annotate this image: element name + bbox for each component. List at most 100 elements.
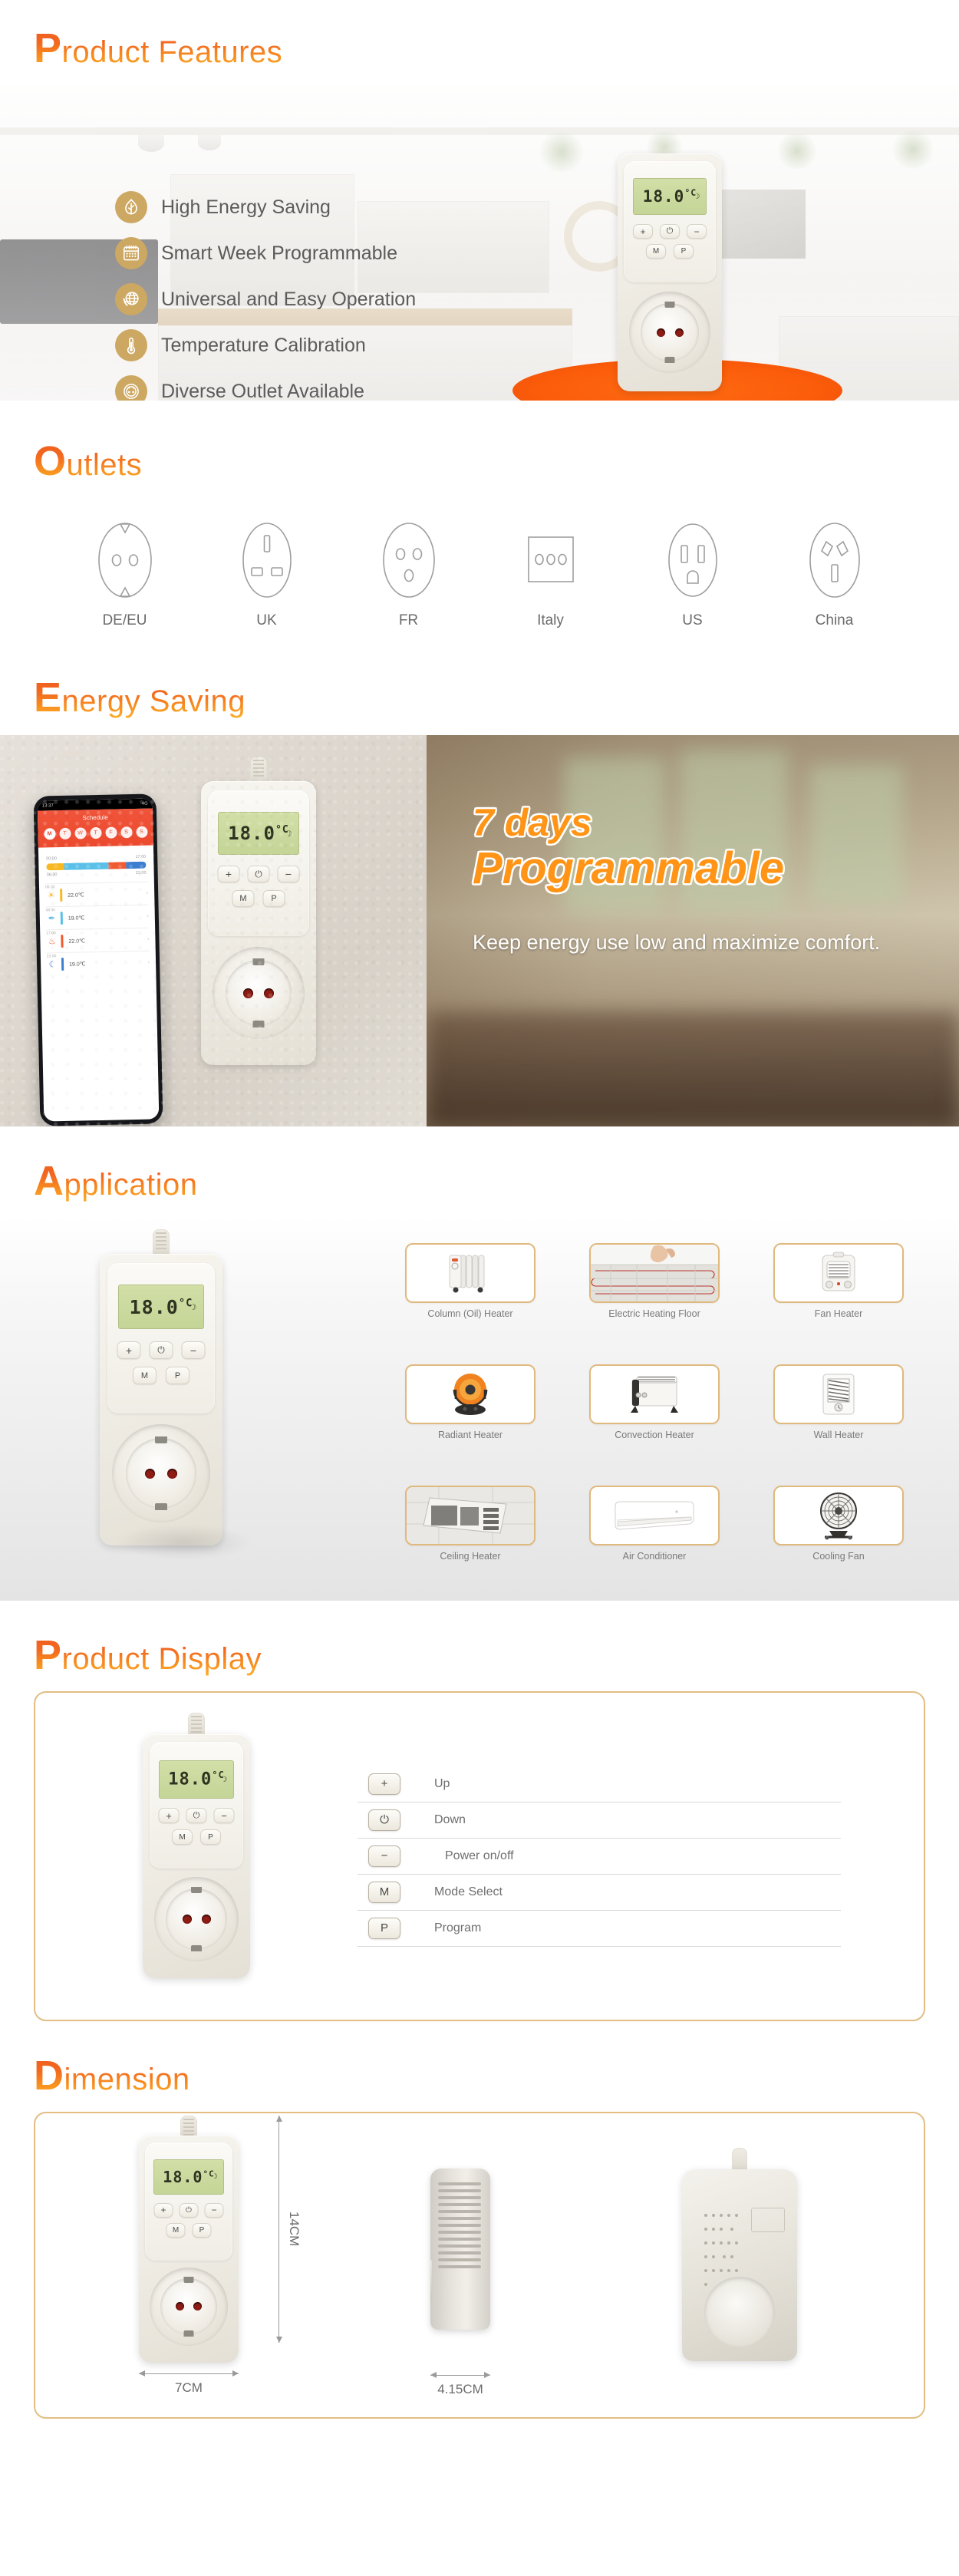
feature-item-label: Diverse Outlet Available <box>161 380 364 401</box>
weekday-chip[interactable]: T <box>89 826 102 839</box>
mode-button[interactable]: M <box>172 1829 193 1845</box>
weekday-chip[interactable]: F <box>104 826 117 839</box>
energy-subtext: Keep energy use low and maximize comfort… <box>473 930 881 954</box>
energy-photo-left: 13:37 4G Schedule M T W T F S S 00:00 17… <box>0 735 427 1126</box>
section-title-product-display: Product Display <box>0 1634 262 1676</box>
feature-item-label: Universal and Easy Operation <box>161 288 417 310</box>
feature-item: Temperature Calibration <box>115 322 416 368</box>
down-button[interactable]: − <box>277 866 300 882</box>
product-detail-page: Product Features High Energy Saving Smar… <box>0 0 959 2436</box>
outlet-item-label: China <box>815 612 854 628</box>
application-banner: 18.0°C ☽ + ⏻ − M P Column (Oil) Heater E… <box>0 1217 959 1601</box>
status-time: 13:37 <box>41 803 54 808</box>
schedule-row[interactable]: 22:00 ☾ 19.0℃ › <box>46 950 150 976</box>
energy-headline-line2: Programmable <box>473 843 785 893</box>
thermometer-icon <box>115 329 147 361</box>
dimension-side-view: 4.15CM <box>430 2134 490 2397</box>
lcd-moon-icon: ☽ <box>220 1775 228 1784</box>
sensor-probe <box>732 2148 747 2171</box>
dimension-height-label: 14CM <box>287 2211 302 2247</box>
weekday-chip[interactable]: S <box>120 826 133 839</box>
schedule-row[interactable]: 06:30 ☀ 22.0℃ › <box>44 881 149 907</box>
up-button[interactable]: + <box>158 1808 180 1823</box>
features-banner: High Energy Saving Smart Week Programmab… <box>0 86 959 401</box>
outlet-item-label: FR <box>398 612 419 628</box>
power-button[interactable]: ⏻ <box>247 866 270 882</box>
program-button[interactable]: P <box>674 244 694 259</box>
legend-mode-button[interactable]: M <box>368 1881 400 1903</box>
timeline-bar <box>46 861 147 871</box>
application-item: Ceiling Heater <box>384 1486 557 1601</box>
section-title-cap: P <box>34 25 62 71</box>
legend-up-button[interactable]: + <box>368 1773 400 1795</box>
schedule-row-temp: 22.0℃ <box>68 938 86 945</box>
application-item: Wall Heater <box>752 1364 925 1479</box>
dimension-back-view <box>682 2148 797 2361</box>
schedule-row[interactable]: 17:00 ♨ 22.0℃ › <box>46 927 150 953</box>
application-item: Column (Oil) Heater <box>384 1243 557 1358</box>
up-button[interactable]: + <box>117 1341 141 1359</box>
power-button[interactable]: ⏻ <box>186 1808 207 1823</box>
feature-item-label: Temperature Calibration <box>161 334 366 356</box>
outlet-item-label: Italy <box>537 612 564 628</box>
section-title-rest: pplication <box>64 1168 198 1202</box>
section-title-cap: O <box>34 438 67 484</box>
chevron-right-icon: › <box>147 913 149 919</box>
lcd-value: 18.0°C <box>228 823 289 844</box>
section-title-energy-saving: Energy Saving <box>0 677 246 718</box>
weekday-chip[interactable]: M <box>43 828 56 840</box>
lcd-value: 18.0°C <box>168 1770 225 1789</box>
energy-headline-line1: 7 days <box>473 801 592 844</box>
section-title-cap: P <box>34 1632 62 1678</box>
mode-button[interactable]: M <box>133 1367 157 1384</box>
smartphone-mockup: 13:37 4G Schedule M T W T F S S 00:00 17… <box>33 793 163 1126</box>
cooling-fan-icon <box>773 1486 904 1545</box>
program-button[interactable]: P <box>200 1829 221 1845</box>
app-header: Schedule M T W T F S S <box>37 808 153 848</box>
dimension-depth-arrow: 4.15CM <box>430 2371 490 2397</box>
power-button[interactable]: ⏻ <box>149 1341 173 1359</box>
program-button[interactable]: P <box>192 2222 212 2238</box>
section-title-application: Application <box>0 1160 198 1202</box>
legend-program-button[interactable]: P <box>368 1917 400 1939</box>
section-title-rest: roduct Features <box>61 35 283 69</box>
section-title-outlets: Outlets <box>0 440 142 482</box>
down-button[interactable]: − <box>213 1808 235 1823</box>
section-title-rest: utlets <box>66 448 143 482</box>
mode-button[interactable]: M <box>646 244 666 259</box>
legend-down-button[interactable]: − <box>368 1845 400 1867</box>
application-item-label: Wall Heater <box>813 1430 864 1440</box>
down-button[interactable]: − <box>181 1341 206 1359</box>
glass-icon: ♨ <box>48 937 57 947</box>
power-button[interactable]: ⏻ <box>179 2202 199 2218</box>
chevron-right-icon: › <box>146 890 149 896</box>
button-legend-row: + Up <box>358 1766 841 1803</box>
feature-item-label: High Energy Saving <box>161 196 331 218</box>
section-product-display: Product Display 18.0°C ☽ + ⏻ − M P + Up … <box>0 1601 959 2021</box>
mode-button[interactable]: M <box>232 890 255 907</box>
section-application: Application 18.0°C ☽ + ⏻ − M P Column (O… <box>0 1126 959 1601</box>
schedule-row[interactable]: 08:30 ✒ 19.0℃ › <box>45 904 150 930</box>
down-button[interactable]: − <box>687 224 707 239</box>
up-button[interactable]: + <box>153 2202 173 2218</box>
outlet-item: DE/EU <box>68 517 183 629</box>
weekday-chip[interactable]: T <box>58 827 71 840</box>
program-button[interactable]: P <box>166 1367 189 1384</box>
rating-label <box>751 2208 785 2232</box>
power-button[interactable]: ⏻ <box>660 224 680 239</box>
eu-socket <box>154 1877 239 1961</box>
lcd-moon-icon: ☽ <box>284 829 292 839</box>
lcd-moon-icon: ☽ <box>189 1302 197 1312</box>
feature-item-label: Smart Week Programmable <box>161 242 397 264</box>
fan-heater-icon <box>773 1243 904 1303</box>
legend-power-button[interactable]: ⏻ <box>368 1809 400 1831</box>
weekday-chip[interactable]: S <box>135 826 148 838</box>
program-button[interactable]: P <box>262 890 285 907</box>
weekday-chip[interactable]: W <box>74 827 87 839</box>
up-button[interactable]: + <box>633 224 653 239</box>
up-button[interactable]: + <box>217 866 240 882</box>
mode-button[interactable]: M <box>166 2222 186 2238</box>
outlet-de-eu-icon <box>97 523 152 598</box>
back-socket-recess <box>704 2277 775 2347</box>
down-button[interactable]: − <box>204 2202 224 2218</box>
